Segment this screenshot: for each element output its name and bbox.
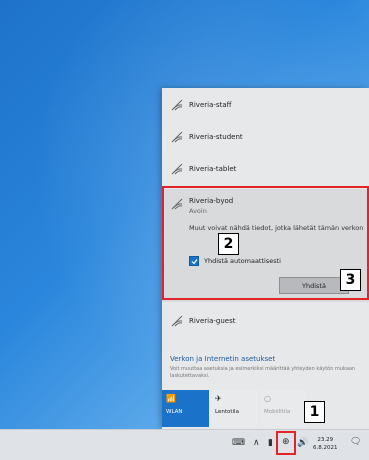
highlight-network-tray <box>276 431 296 455</box>
battery-icon[interactable]: ▮ <box>268 438 273 448</box>
clock-time: 23.29 <box>317 437 334 443</box>
callout-1: 1 <box>304 401 325 423</box>
network-settings-link[interactable]: Verkon ja Internetin asetukset <box>170 355 275 363</box>
flight-mode-tile[interactable]: ✈ Lentotila <box>211 390 258 427</box>
clock-date: 6.8.2021 <box>313 445 338 451</box>
network-item-tablet[interactable]: Riveria-tablet <box>162 154 369 184</box>
wlan-toggle-tile[interactable]: 📶 WLAN <box>162 390 209 427</box>
notification-icon[interactable]: 🗨 <box>350 437 361 447</box>
network-label: Riveria-tablet <box>189 165 237 173</box>
wifi-secure-icon <box>171 99 183 111</box>
tile-label: WLAN <box>166 409 183 415</box>
network-item-staff[interactable]: Riveria-staff <box>162 90 369 120</box>
network-item-student[interactable]: Riveria-student <box>162 122 369 152</box>
network-label: Riveria-staff <box>189 101 232 109</box>
callout-3: 3 <box>340 269 361 291</box>
airplane-icon: ✈ <box>215 394 222 403</box>
hotspot-icon: ○ <box>264 394 271 403</box>
wifi-open-icon <box>171 315 183 327</box>
wifi-secure-icon <box>171 131 183 143</box>
taskbar: ⌨ ∧ ▮ ⊕ 🔊 23.29 6.8.2021 🗨 <box>0 429 369 460</box>
volume-icon[interactable]: 🔊 <box>297 438 308 448</box>
network-label: Riveria-student <box>189 133 243 141</box>
network-settings-description: Voit muuttaa asetuksia ja esimerkiksi mä… <box>170 366 356 379</box>
network-label: Riveria-guest <box>189 317 236 325</box>
taskbar-clock[interactable]: 23.29 6.8.2021 <box>313 436 338 452</box>
mobile-hotspot-tile[interactable]: ○ Mobiilitila <box>260 390 307 427</box>
tile-label: Mobiilitila <box>264 409 291 415</box>
wifi-icon: 📶 <box>166 394 176 403</box>
highlight-expanded-network <box>162 186 369 300</box>
keyboard-icon[interactable]: ⌨ <box>232 438 245 448</box>
chevron-up-icon[interactable]: ∧ <box>253 438 260 448</box>
network-item-guest[interactable]: Riveria-guest <box>162 306 369 336</box>
wifi-secure-icon <box>171 163 183 175</box>
callout-2: 2 <box>218 233 239 255</box>
tile-label: Lentotila <box>215 409 239 415</box>
